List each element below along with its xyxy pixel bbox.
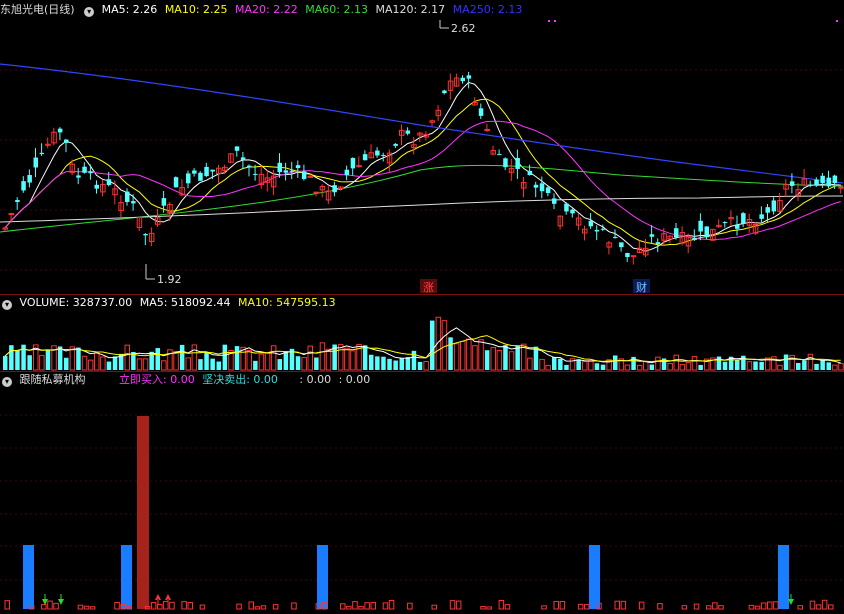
volume-bars [3,316,844,371]
moving-average-lines [0,63,844,252]
candlesticks [2,71,844,265]
chart-canvas[interactable]: 2.62 1.92 涨 财 [0,0,844,614]
indicator-bars [4,416,834,610]
high-marker: 2.62 [439,20,476,35]
top-tick-marks [548,20,838,22]
high-price-label: 2.62 [451,22,476,35]
zhang-badge-text: 涨 [423,281,434,294]
low-marker: 1.92 [145,264,182,286]
low-price-label: 1.92 [157,273,182,286]
cai-badge-text: 财 [636,280,647,294]
